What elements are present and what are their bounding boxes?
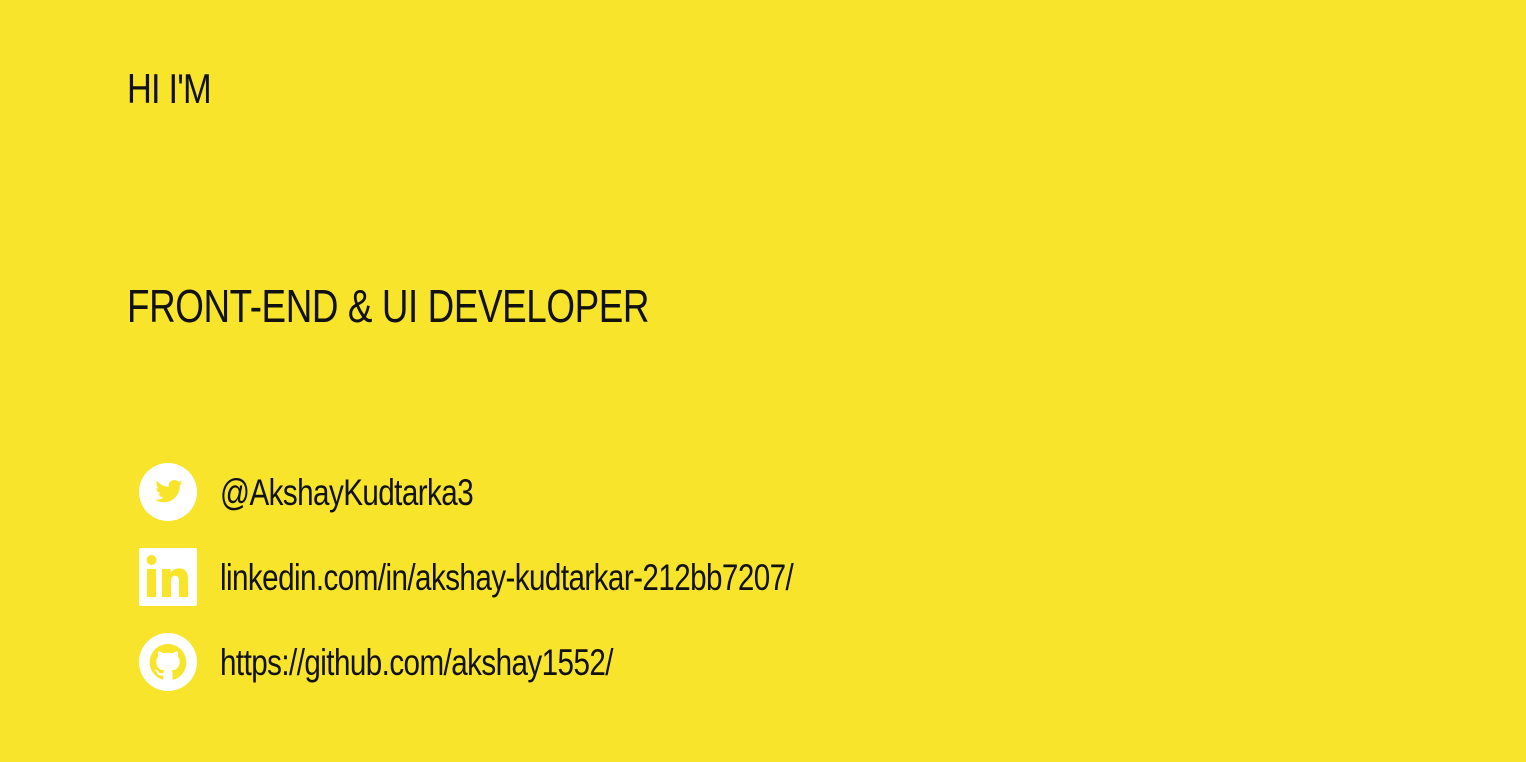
role-title: FRONT-END & UI DEVELOPER (127, 280, 650, 332)
social-link-twitter[interactable]: @AkshayKudtarka3 (138, 462, 937, 522)
social-links: @AkshayKudtarka3 linkedin.com/in/akshay-… (138, 462, 937, 692)
linkedin-url: linkedin.com/in/akshay-kudtarkar-212bb72… (220, 556, 794, 598)
social-link-github[interactable]: https://github.com/akshay1552/ (138, 632, 937, 692)
linkedin-icon (138, 547, 198, 607)
github-icon (138, 632, 198, 692)
social-link-linkedin[interactable]: linkedin.com/in/akshay-kudtarkar-212bb72… (138, 547, 937, 607)
profile-page: HI I'M FRONT-END & UI DEVELOPER @AkshayK… (0, 0, 1526, 762)
github-url: https://github.com/akshay1552/ (220, 641, 613, 683)
twitter-handle: @AkshayKudtarka3 (220, 471, 474, 513)
greeting-text: HI I'M (127, 65, 212, 112)
twitter-icon (138, 462, 198, 522)
